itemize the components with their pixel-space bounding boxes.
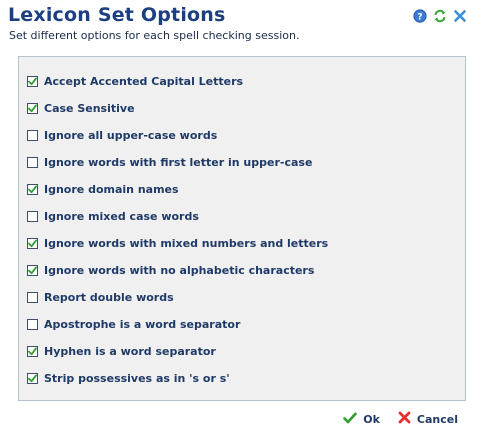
checkbox-check-icon [28,239,37,248]
option-row[interactable]: Case Sensitive [27,95,328,122]
option-checkbox[interactable] [27,184,38,195]
option-label: Ignore domain names [44,183,179,196]
cancel-x-icon [398,411,411,427]
option-row[interactable]: Apostrophe is a word separator [27,311,328,338]
checkbox-check-icon [28,266,37,275]
option-label: Case Sensitive [44,102,135,115]
option-row[interactable]: Hyphen is a word separator [27,338,328,365]
header-icons: ? [413,9,467,23]
option-row[interactable]: Strip possessives as in 's or s' [27,365,328,392]
checkbox-check-icon [28,104,37,113]
option-label: Accept Accented Capital Letters [44,75,244,88]
option-checkbox[interactable] [27,130,38,141]
checkbox-check-icon [28,347,37,356]
option-checkbox[interactable] [27,373,38,384]
checkbox-check-icon [28,374,37,383]
option-checkbox[interactable] [27,211,38,222]
dialog-footer: Ok Cancel [343,411,458,427]
option-label: Ignore all upper-case words [44,129,218,142]
ok-label: Ok [363,412,380,426]
option-checkbox[interactable] [27,157,38,168]
checkbox-check-icon [28,77,37,86]
option-checkbox[interactable] [27,265,38,276]
option-checkbox[interactable] [27,103,38,114]
option-row[interactable]: Ignore words with first letter in upper-… [27,149,328,176]
option-label: Report double words [44,291,174,304]
option-checkbox[interactable] [27,76,38,87]
help-icon[interactable]: ? [413,9,427,23]
option-label: Ignore words with mixed numbers and lett… [44,237,329,250]
dialog-title: Lexicon Set Options [8,4,226,26]
option-label: Hyphen is a word separator [44,345,216,358]
cancel-button[interactable]: Cancel [398,411,458,427]
option-checkbox[interactable] [27,346,38,357]
option-label: Ignore words with no alphabetic characte… [44,264,315,277]
option-label: Ignore mixed case words [44,210,199,223]
option-row[interactable]: Report double words [27,284,328,311]
svg-text:?: ? [417,13,422,23]
checkbox-check-icon [28,185,37,194]
option-row[interactable]: Ignore words with no alphabetic characte… [27,257,328,284]
dialog-subtitle: Set different options for each spell che… [9,29,300,42]
option-checkbox[interactable] [27,319,38,330]
lexicon-set-options-dialog: Lexicon Set Options Set different option… [0,0,484,431]
option-row[interactable]: Ignore words with mixed numbers and lett… [27,230,328,257]
options-list: Accept Accented Capital Letters Case Sens… [27,68,328,392]
checkmark-icon [343,412,358,427]
option-checkbox[interactable] [27,238,38,249]
option-row[interactable]: Accept Accented Capital Letters [27,68,328,95]
option-checkbox[interactable] [27,292,38,303]
options-panel: Accept Accented Capital Letters Case Sens… [18,56,466,401]
option-label: Apostrophe is a word separator [44,318,241,331]
option-row[interactable]: Ignore mixed case words [27,203,328,230]
close-icon[interactable] [453,9,467,23]
option-label: Strip possessives as in 's or s' [44,372,230,385]
refresh-icon[interactable] [433,9,447,23]
ok-button[interactable]: Ok [343,412,380,427]
option-label: Ignore words with first letter in upper-… [44,156,313,169]
option-row[interactable]: Ignore domain names [27,176,328,203]
option-row[interactable]: Ignore all upper-case words [27,122,328,149]
cancel-label: Cancel [416,412,458,426]
